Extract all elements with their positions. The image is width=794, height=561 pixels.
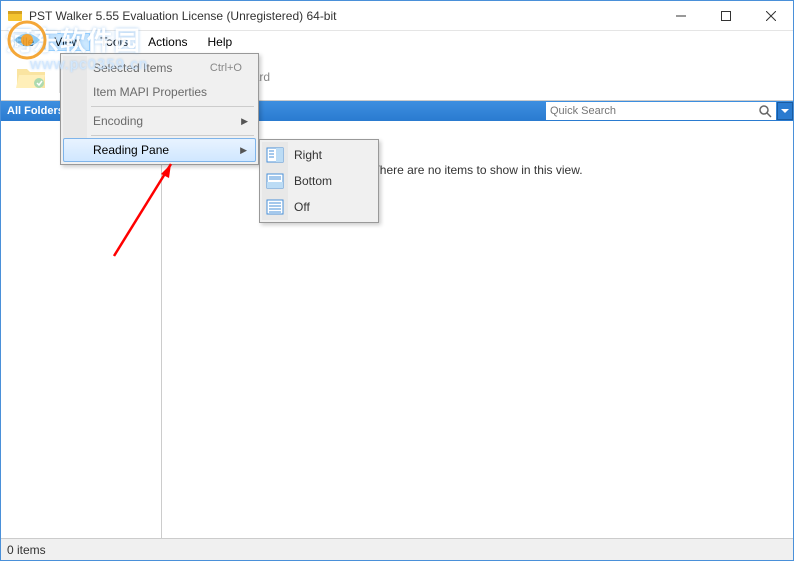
titlebar: PST Walker 5.55 Evaluation License (Unre…	[1, 1, 793, 31]
pane-right-icon	[266, 146, 284, 164]
menu-item-encoding[interactable]: Encoding ▶	[63, 109, 256, 133]
app-icon	[7, 8, 23, 24]
window-controls	[658, 1, 793, 30]
submenu-item-bottom[interactable]: Bottom	[262, 168, 376, 194]
menu-separator	[91, 106, 254, 107]
menu-item-reading-pane[interactable]: Reading Pane ▶	[63, 138, 256, 162]
menu-file[interactable]: File	[5, 33, 44, 51]
statusbar: 0 items	[1, 538, 793, 560]
search-icon	[758, 104, 772, 118]
reading-pane-submenu: Right Bottom Off	[259, 139, 379, 223]
view-dropdown-menu: Selected Items Ctrl+O Item MAPI Properti…	[60, 53, 259, 165]
pane-bottom-icon	[266, 172, 284, 190]
empty-message: There are no items to show in this view.	[372, 163, 582, 177]
content-area: All Folders There are no items to show i…	[1, 101, 793, 538]
window-title: PST Walker 5.55 Evaluation License (Unre…	[29, 9, 658, 23]
submenu-arrow-icon: ▶	[241, 116, 248, 127]
menu-item-mapi-properties[interactable]: Item MAPI Properties	[63, 80, 256, 104]
menubar: File View Tools Actions Help	[1, 31, 793, 53]
maximize-button[interactable]	[703, 1, 748, 31]
pane-off-icon	[266, 198, 284, 216]
search-dropdown-button[interactable]	[777, 102, 793, 120]
minimize-button[interactable]	[658, 1, 703, 31]
close-button[interactable]	[748, 1, 793, 31]
main-panel: There are no items to show in this view.	[162, 101, 793, 538]
menu-tools[interactable]: Tools	[90, 33, 138, 51]
submenu-item-off[interactable]: Off	[262, 194, 376, 220]
submenu-item-right[interactable]: Right	[262, 142, 376, 168]
main-body: There are no items to show in this view.	[162, 121, 793, 538]
chevron-down-icon	[781, 109, 789, 114]
search-input[interactable]	[550, 105, 758, 117]
sidebar: All Folders	[1, 101, 162, 538]
menu-view[interactable]: View	[44, 33, 90, 51]
status-text: 0 items	[7, 543, 46, 557]
folder-open-icon	[15, 63, 47, 91]
tool-open[interactable]	[7, 59, 55, 95]
menu-separator	[91, 135, 254, 136]
search-box[interactable]	[546, 102, 776, 120]
menu-item-selected-items[interactable]: Selected Items Ctrl+O	[63, 56, 256, 80]
menu-actions[interactable]: Actions	[138, 33, 197, 51]
submenu-arrow-icon: ▶	[240, 145, 247, 156]
menu-help[interactable]: Help	[198, 33, 243, 51]
